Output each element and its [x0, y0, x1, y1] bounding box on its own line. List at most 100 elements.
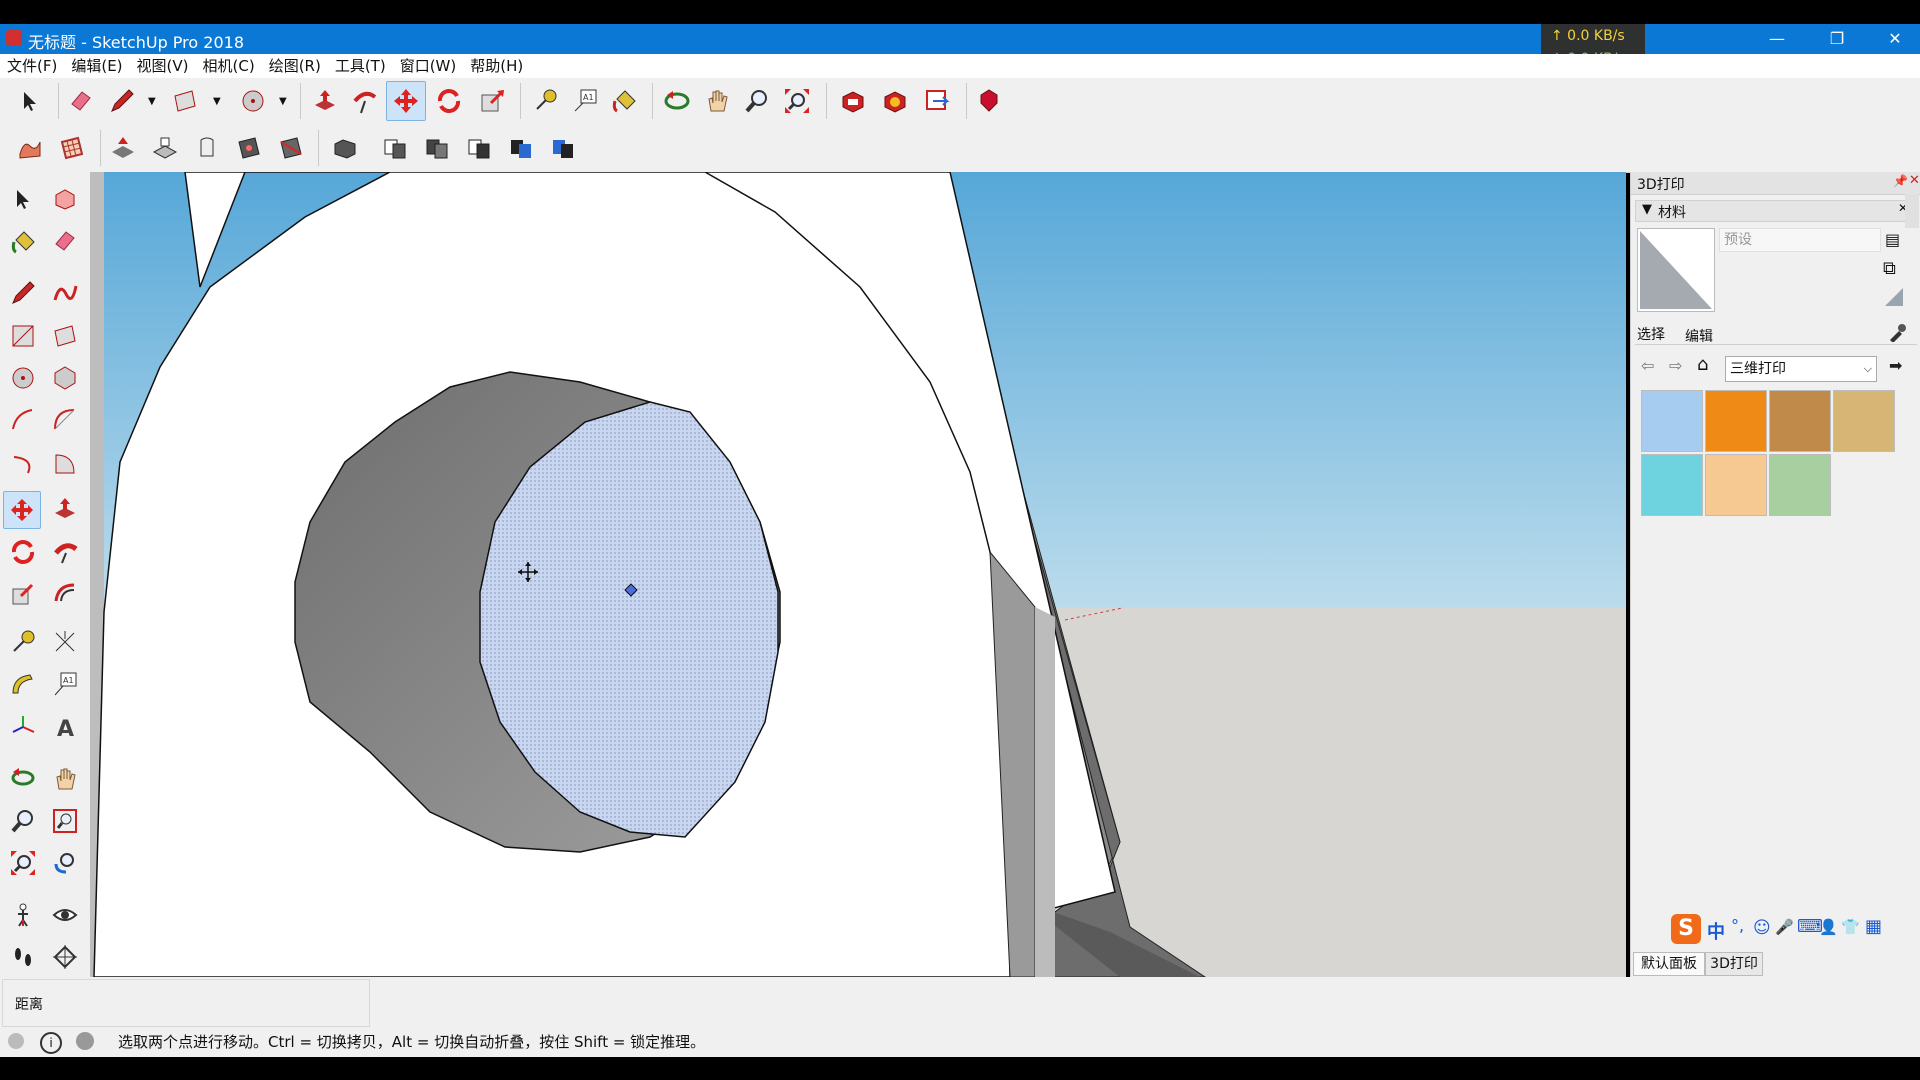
- text-icon[interactable]: A1: [566, 82, 604, 120]
- orbit-icon[interactable]: [658, 82, 696, 120]
- select-icon[interactable]: [5, 181, 41, 217]
- material-swatch[interactable]: [1833, 390, 1895, 452]
- freehand-icon[interactable]: [47, 275, 83, 311]
- geo-location-icon[interactable]: [8, 1033, 24, 1049]
- scale-icon[interactable]: [5, 576, 41, 612]
- look-around-icon[interactable]: [47, 897, 83, 933]
- ime-toolbox-icon[interactable]: ▦: [1865, 916, 1882, 937]
- rectangle-icon[interactable]: [166, 82, 204, 120]
- layout-icon[interactable]: [918, 82, 956, 120]
- menu-draw[interactable]: 绘图(R): [262, 54, 328, 78]
- create-material-icon[interactable]: ▤: [1885, 230, 1900, 249]
- measurements-box[interactable]: 距离: [2, 979, 370, 1027]
- polygon-icon[interactable]: [47, 360, 83, 396]
- follow-me-icon[interactable]: [346, 82, 384, 120]
- offset-icon[interactable]: [47, 576, 83, 612]
- walk-icon[interactable]: [5, 939, 41, 975]
- materials-section-header[interactable]: ▼ 材料 ✕: [1635, 200, 1917, 222]
- default-material-icon[interactable]: [1883, 286, 1905, 312]
- library-select[interactable]: 三维打印 ⌵: [1725, 356, 1877, 382]
- display-secondary-icon[interactable]: ⧉: [1883, 258, 1896, 279]
- material-swatch[interactable]: [1705, 390, 1767, 452]
- ime-language-icon[interactable]: 中: [1707, 918, 1725, 944]
- back-arrow-icon[interactable]: ⇦: [1641, 356, 1654, 375]
- pan-icon[interactable]: [47, 760, 83, 796]
- material-swatch[interactable]: [1705, 454, 1767, 516]
- paint-bucket-icon[interactable]: [5, 223, 41, 259]
- chevron-down-icon[interactable]: ▼: [148, 96, 156, 107]
- menu-tools[interactable]: 工具(T): [328, 54, 393, 78]
- zoom-icon[interactable]: [738, 82, 776, 120]
- dimension-icon[interactable]: [47, 624, 83, 660]
- axes-icon[interactable]: [5, 709, 41, 745]
- tab-default-tray[interactable]: 默认面板: [1633, 952, 1705, 976]
- pin-icon[interactable]: 📌: [1893, 174, 1908, 188]
- material-swatch[interactable]: [1641, 390, 1703, 452]
- chevron-down-icon[interactable]: ⌵: [1864, 357, 1872, 381]
- forward-arrow-icon[interactable]: ⇨: [1669, 356, 1682, 375]
- panel-scrollbar[interactable]: [1905, 194, 1919, 228]
- scale-icon[interactable]: [474, 82, 512, 120]
- model-viewport[interactable]: [90, 172, 1626, 977]
- material-swatch[interactable]: [1641, 454, 1703, 516]
- ime-user-icon[interactable]: 👤: [1819, 918, 1838, 936]
- line-icon[interactable]: [5, 275, 41, 311]
- 3d-text-icon[interactable]: A: [47, 709, 83, 745]
- credits-icon[interactable]: i: [40, 1032, 62, 1054]
- tab-select[interactable]: 选择: [1637, 324, 1665, 344]
- tape-measure-icon[interactable]: [526, 82, 564, 120]
- drape-icon[interactable]: [188, 129, 226, 167]
- 3d-warehouse-icon[interactable]: [834, 82, 872, 120]
- circle-icon[interactable]: [5, 360, 41, 396]
- ime-logo-icon[interactable]: S: [1671, 914, 1701, 944]
- menu-view[interactable]: 视图(V): [130, 54, 196, 78]
- model-scene[interactable]: [90, 172, 1626, 977]
- orbit-icon[interactable]: [5, 760, 41, 796]
- ime-emoji-icon[interactable]: ☺: [1753, 918, 1771, 938]
- material-swatch[interactable]: [1769, 390, 1831, 452]
- zoom-extents-icon[interactable]: [5, 845, 41, 881]
- smoove-icon[interactable]: [104, 129, 142, 167]
- restore-button[interactable]: ❐: [1814, 24, 1860, 54]
- close-button[interactable]: ✕: [1872, 24, 1918, 54]
- menu-edit[interactable]: 编辑(E): [64, 54, 129, 78]
- follow-me-icon[interactable]: [47, 534, 83, 570]
- move-icon[interactable]: [3, 491, 41, 529]
- tab-edit[interactable]: 编辑: [1685, 326, 1713, 346]
- user-account-icon[interactable]: [76, 1032, 94, 1050]
- details-arrow-icon[interactable]: ➡: [1889, 356, 1902, 375]
- chevron-down-icon[interactable]: ▼: [279, 96, 287, 107]
- make-component-icon[interactable]: [47, 181, 83, 217]
- position-camera-icon[interactable]: [5, 897, 41, 933]
- flip-edge-icon[interactable]: [272, 129, 310, 167]
- collapse-arrow-icon[interactable]: ▼: [1642, 202, 1652, 217]
- close-icon[interactable]: ✕: [1909, 173, 1920, 188]
- menu-help[interactable]: 帮助(H): [463, 54, 530, 78]
- sample-paint-icon[interactable]: [1887, 322, 1907, 346]
- two-point-arc-icon[interactable]: [47, 402, 83, 438]
- union-icon[interactable]: [418, 129, 456, 167]
- arc-icon[interactable]: [5, 402, 41, 438]
- tape-measure-icon[interactable]: [5, 624, 41, 660]
- pie-icon[interactable]: [47, 446, 83, 482]
- material-swatch[interactable]: [1769, 454, 1831, 516]
- eraser-icon[interactable]: [47, 223, 83, 259]
- tab-3d-print-tray[interactable]: 3D打印: [1705, 952, 1763, 976]
- rotate-icon[interactable]: [430, 82, 468, 120]
- home-icon[interactable]: ⌂: [1697, 354, 1708, 375]
- ime-skin-icon[interactable]: 👕: [1841, 918, 1860, 936]
- ruby-console-icon[interactable]: [970, 82, 1008, 120]
- push-pull-icon[interactable]: [306, 82, 344, 120]
- ime-punctuation-icon[interactable]: °,: [1731, 916, 1744, 935]
- three-point-arc-icon[interactable]: [5, 446, 41, 482]
- extension-warehouse-icon[interactable]: [876, 82, 914, 120]
- section-plane-icon[interactable]: [47, 939, 83, 975]
- sandbox-from-contours-icon[interactable]: [11, 129, 49, 167]
- pan-icon[interactable]: [698, 82, 736, 120]
- trim-icon[interactable]: [502, 129, 540, 167]
- paint-bucket-icon[interactable]: [606, 82, 644, 120]
- intersect-icon[interactable]: [376, 129, 414, 167]
- push-pull-icon[interactable]: [47, 491, 83, 527]
- add-detail-icon[interactable]: [230, 129, 268, 167]
- rotate-icon[interactable]: [5, 534, 41, 570]
